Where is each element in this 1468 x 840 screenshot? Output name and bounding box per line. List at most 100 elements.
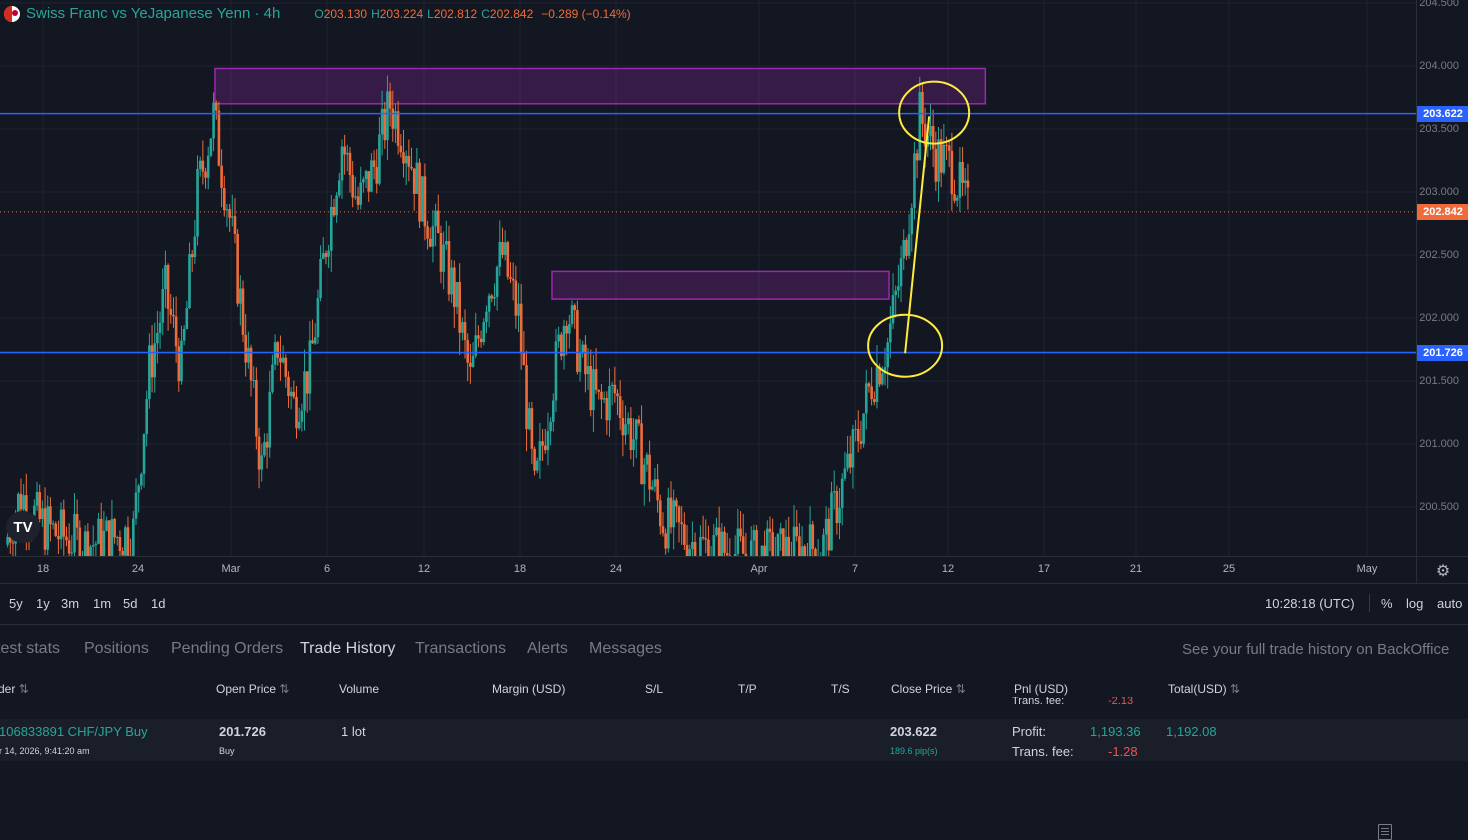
hline-price-label-bottom: 201.726: [1417, 345, 1468, 361]
candle-body: [124, 527, 127, 555]
candle-body: [416, 163, 419, 194]
current-price-label: 202.842: [1417, 204, 1468, 220]
candle-body: [589, 366, 592, 410]
candle-body: [552, 400, 555, 421]
col-header-tp: T/P: [738, 682, 757, 696]
percent-scale-button[interactable]: %: [1381, 596, 1393, 611]
candle-body: [841, 479, 844, 508]
range-1y-button[interactable]: 1y: [36, 596, 50, 611]
candle-body: [223, 188, 226, 210]
col-header-open-price[interactable]: Open Price ⇅: [216, 682, 289, 696]
time-tick: 17: [1038, 563, 1050, 575]
candle-body: [338, 180, 341, 195]
candle-body: [293, 392, 296, 397]
tab-transactions[interactable]: Transactions: [415, 640, 506, 658]
backoffice-link[interactable]: See your full trade history on BackOffic…: [1182, 641, 1449, 658]
ohlc-close: C202.842: [481, 7, 533, 21]
candle-body: [493, 297, 496, 299]
candle-body: [860, 441, 863, 444]
col-header-close-price[interactable]: Close Price ⇅: [891, 682, 966, 696]
candle-body: [627, 418, 630, 424]
candle-body: [60, 510, 63, 540]
ohlc-high: H203.224: [371, 7, 423, 21]
candle-body: [392, 109, 395, 129]
candle-body: [161, 289, 164, 323]
range-1d-button[interactable]: 1d: [151, 596, 165, 611]
candle-body: [686, 545, 689, 556]
candle-body: [793, 527, 796, 556]
price-chart[interactable]: [0, 0, 1416, 556]
candle-body: [656, 479, 659, 500]
candle-body: [255, 380, 258, 436]
tab-positions[interactable]: Positions: [84, 640, 149, 658]
candle-body: [303, 371, 306, 410]
candle-body: [517, 304, 520, 316]
log-scale-button[interactable]: log: [1406, 596, 1423, 611]
supply-zone: [215, 69, 985, 104]
candle-body: [424, 176, 427, 226]
tab-trade-history[interactable]: Trade History: [300, 640, 395, 658]
candle-body: [908, 234, 911, 256]
candle-body: [204, 171, 207, 177]
candle-body: [576, 310, 579, 372]
col-header-total[interactable]: Total(USD) ⇅: [1168, 682, 1240, 696]
range-3m-button[interactable]: 3m: [61, 596, 79, 611]
range-5d-button[interactable]: 5d: [123, 596, 137, 611]
candle-body: [959, 162, 962, 198]
candle-body: [750, 541, 753, 556]
time-axis[interactable]: 18 24 Mar 6 12 18 24 Apr 7 12 17 21 25 M…: [0, 556, 1416, 584]
tradingview-logo[interactable]: TV: [6, 511, 40, 543]
time-tick: 24: [610, 563, 622, 575]
candle-body: [868, 383, 871, 386]
order-date: r 14, 2026, 9:41:20 am: [0, 746, 90, 756]
candle-body: [525, 365, 528, 429]
tab-alerts[interactable]: Alerts: [527, 640, 568, 658]
symbol-title[interactable]: Swiss Franc vs YeJapanese Yenn · 4h: [26, 5, 280, 22]
col-header-margin: Margin (USD): [492, 682, 565, 696]
candle-body: [437, 211, 440, 233]
candle-body: [739, 529, 742, 537]
utc-clock[interactable]: 10:28:18 (UTC): [1265, 596, 1355, 611]
candle-body: [231, 216, 234, 217]
order-id[interactable]: 106833891 CHF/JPY Buy: [0, 724, 148, 739]
tab-pending-orders[interactable]: Pending Orders: [171, 640, 283, 658]
candle-body: [769, 529, 772, 532]
candle-body: [753, 530, 756, 540]
candle-body: [178, 346, 181, 381]
candle-body: [440, 233, 443, 272]
candle-body: [606, 398, 609, 420]
candle-body: [638, 420, 641, 424]
col-header-order[interactable]: der ⇅: [0, 682, 29, 696]
price-tick: 202.000: [1419, 312, 1459, 324]
range-1m-button[interactable]: 1m: [93, 596, 111, 611]
auto-scale-button[interactable]: auto: [1437, 596, 1462, 611]
candle-body: [501, 242, 504, 255]
candle-body: [172, 315, 175, 317]
candle-body: [838, 508, 841, 523]
candle-body: [317, 298, 320, 337]
candle-body: [905, 240, 908, 256]
chart-area[interactable]: Swiss Franc vs YeJapanese Yenn · 4h O203…: [0, 0, 1416, 556]
candle-body: [547, 431, 550, 450]
time-tick: 7: [852, 563, 858, 575]
candle-body: [140, 474, 143, 486]
document-icon[interactable]: [1378, 824, 1392, 840]
price-axis[interactable]: 204.500 204.000 203.500 203.000 202.500 …: [1416, 0, 1468, 583]
candle-body: [282, 358, 285, 363]
candle-body: [881, 373, 884, 384]
range-5y-button[interactable]: 5y: [9, 596, 23, 611]
candle-body: [935, 149, 938, 182]
tab-messages[interactable]: Messages: [589, 640, 662, 658]
candle-body: [707, 540, 710, 556]
volume: 1 lot: [341, 724, 366, 739]
fee-label: Trans. fee:: [1012, 744, 1074, 759]
table-row[interactable]: 106833891 CHF/JPY Buy r 14, 2026, 9:41:2…: [0, 719, 1468, 761]
candle-body: [274, 342, 277, 364]
tab-test-stats[interactable]: test stats: [0, 640, 60, 658]
gear-icon[interactable]: ⚙: [1416, 556, 1468, 584]
candle-body: [539, 441, 542, 460]
candle-body: [852, 429, 855, 467]
candle-body: [777, 534, 780, 556]
price-tick: 202.500: [1419, 249, 1459, 261]
candle-body: [619, 396, 622, 418]
